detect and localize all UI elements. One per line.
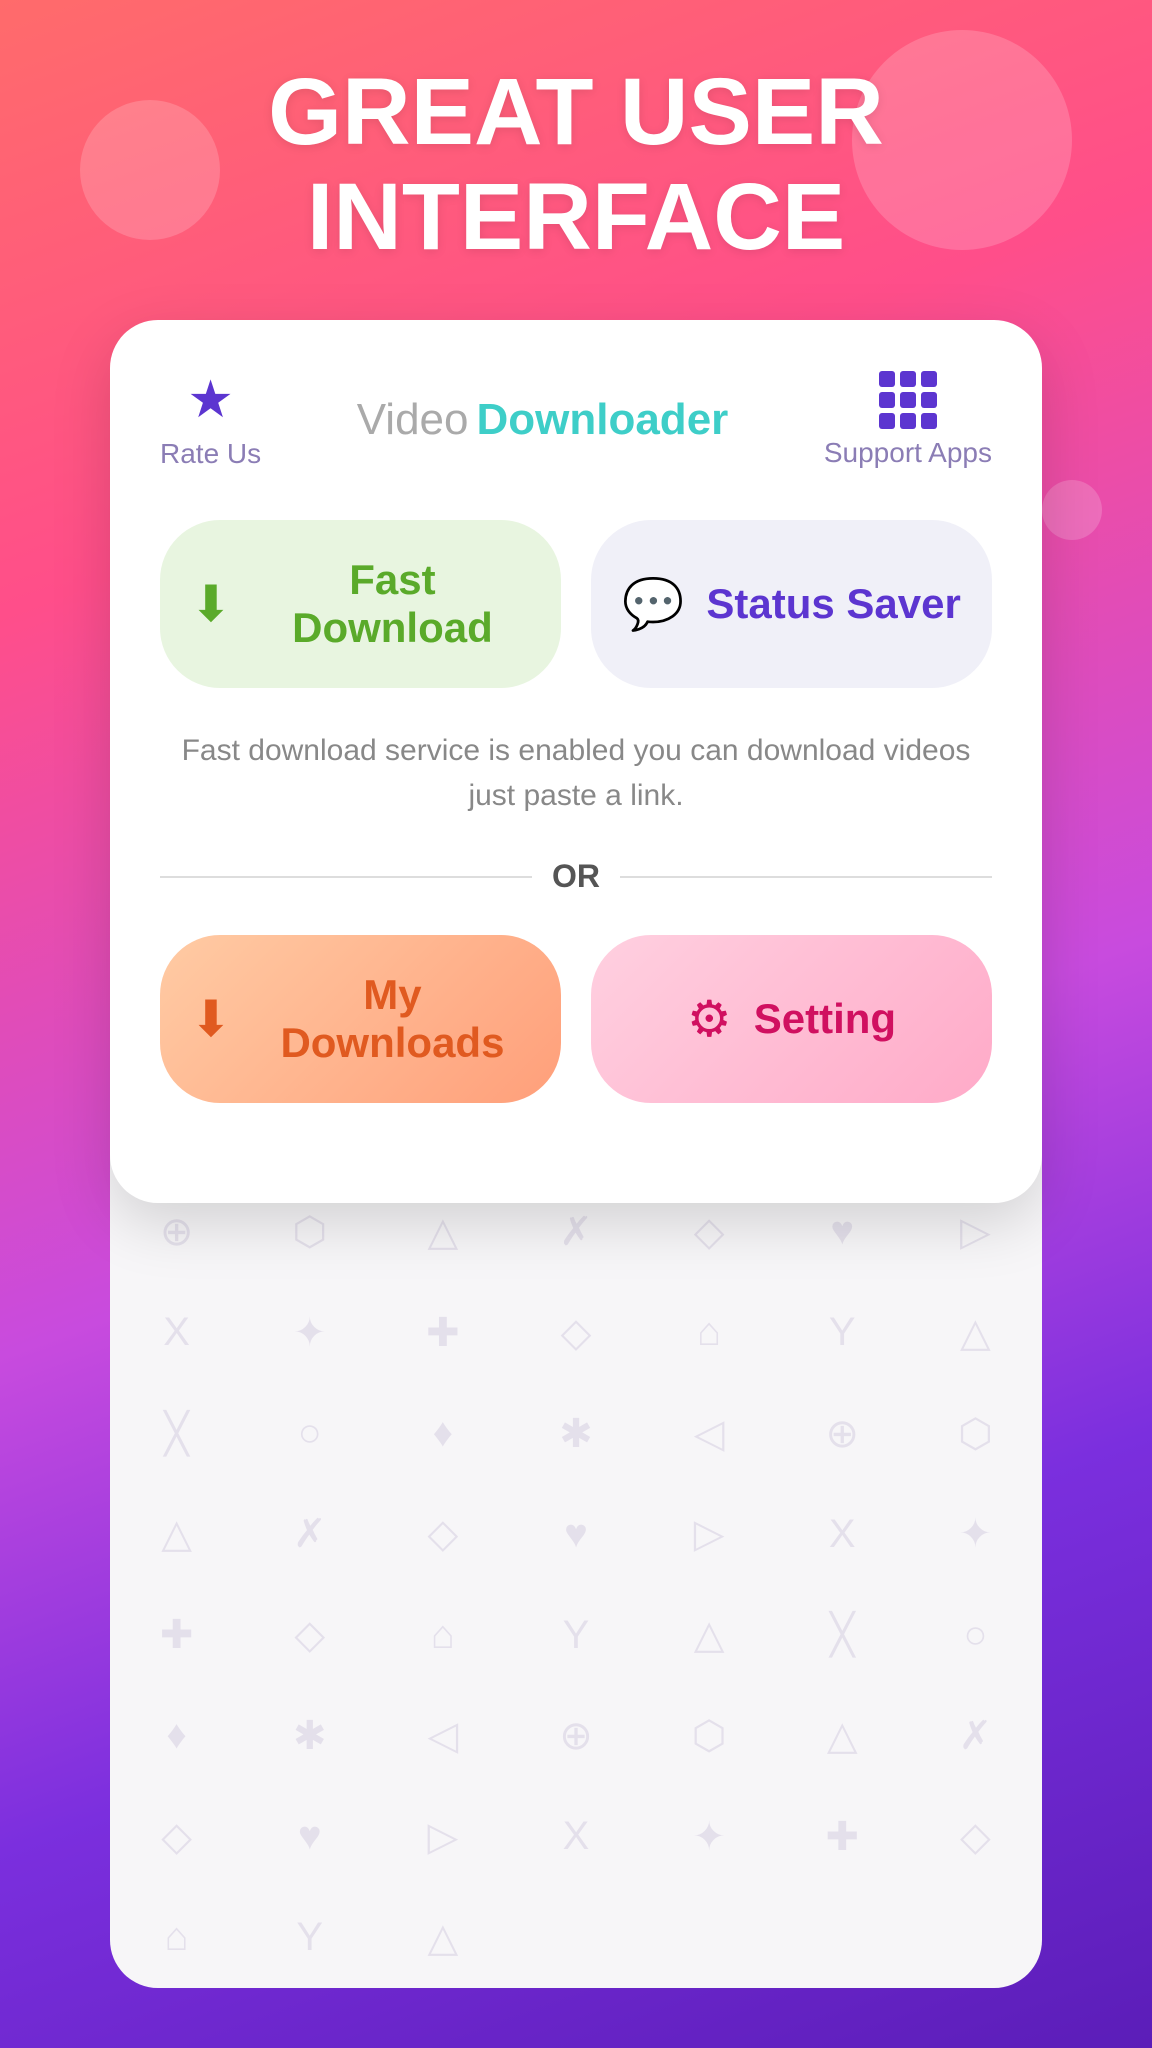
bottom-button-row: ⬇ My Downloads ⚙ Setting — [160, 935, 992, 1103]
download-icon: ⬇ — [190, 575, 232, 633]
pattern-symbol: ⬡ — [643, 1686, 776, 1787]
setting-button[interactable]: ⚙ Setting — [591, 935, 992, 1103]
bubble-decoration — [1042, 480, 1102, 540]
title-video: Video — [357, 395, 469, 445]
pattern-symbol: ╳ — [110, 1383, 243, 1484]
downloads-icon: ⬇ — [190, 990, 232, 1048]
pattern-symbol: △ — [376, 1887, 509, 1988]
pattern-symbol: ◇ — [110, 1786, 243, 1887]
pattern-symbol: X — [776, 1484, 909, 1585]
pattern-symbol: ⌂ — [643, 1282, 776, 1383]
pattern-symbol: △ — [909, 1282, 1042, 1383]
or-divider: OR — [160, 858, 992, 895]
pattern-symbol: ✦ — [643, 1786, 776, 1887]
divider-line-right — [620, 876, 992, 878]
gear-icon: ⚙ — [687, 990, 732, 1048]
pattern-symbol: ✦ — [909, 1484, 1042, 1585]
pattern-symbol: Y — [509, 1585, 642, 1686]
rate-us-label: Rate Us — [160, 438, 261, 470]
pattern-symbol: ◇ — [243, 1585, 376, 1686]
pattern-symbol: ✦ — [243, 1282, 376, 1383]
pattern-symbol: ○ — [909, 1585, 1042, 1686]
pattern-symbol: ⊕ — [509, 1686, 642, 1787]
pattern-symbol: ♦ — [376, 1383, 509, 1484]
pattern-symbol: ▷ — [376, 1786, 509, 1887]
pattern-symbol: ✗ — [243, 1484, 376, 1585]
status-saver-button[interactable]: 💬 Status Saver — [591, 520, 992, 688]
pattern-symbol: ✗ — [909, 1686, 1042, 1787]
pattern-symbol: ╳ — [776, 1585, 909, 1686]
grid-icon — [879, 371, 937, 429]
pattern-symbol: Y — [776, 1282, 909, 1383]
or-text: OR — [552, 858, 600, 895]
pattern-symbol: ⊕ — [776, 1383, 909, 1484]
pattern-symbol: ✚ — [110, 1585, 243, 1686]
pattern-symbol: ✚ — [776, 1786, 909, 1887]
pattern-symbol: ⬡ — [909, 1383, 1042, 1484]
pattern-symbol: ♦ — [110, 1686, 243, 1787]
hero-title: GREAT USER INTERFACE — [0, 60, 1152, 269]
pattern-symbol: ◁ — [376, 1686, 509, 1787]
divider-line-left — [160, 876, 532, 878]
setting-label: Setting — [754, 995, 896, 1043]
pattern-symbol: ◇ — [509, 1282, 642, 1383]
status-saver-label: Status Saver — [706, 580, 960, 628]
pattern-symbol: ✚ — [376, 1282, 509, 1383]
pattern-symbol: ◇ — [909, 1786, 1042, 1887]
pattern-symbol: X — [110, 1282, 243, 1383]
pattern-symbol: △ — [643, 1585, 776, 1686]
my-downloads-button[interactable]: ⬇ My Downloads — [160, 935, 561, 1103]
pattern-symbol: ♥ — [243, 1786, 376, 1887]
pattern-symbol: ⌂ — [110, 1887, 243, 1988]
description-text: Fast download service is enabled you can… — [160, 728, 992, 818]
pattern-symbol: X — [509, 1786, 642, 1887]
pattern-symbol: ✱ — [509, 1383, 642, 1484]
pattern-symbol: ⌂ — [376, 1585, 509, 1686]
my-downloads-label: My Downloads — [254, 971, 531, 1067]
pattern-symbol: ○ — [243, 1383, 376, 1484]
support-apps-section[interactable]: Support Apps — [824, 371, 992, 469]
pattern-symbol: Y — [243, 1887, 376, 1988]
fast-download-button[interactable]: ⬇ Fast Download — [160, 520, 561, 688]
support-apps-label: Support Apps — [824, 437, 992, 469]
title-downloader: Downloader — [476, 395, 728, 445]
app-title: Video Downloader — [357, 395, 729, 445]
pattern-symbol: ♥ — [509, 1484, 642, 1585]
pattern-symbol: △ — [776, 1686, 909, 1787]
fast-download-label: Fast Download — [254, 556, 531, 652]
pattern-symbol: ▷ — [643, 1484, 776, 1585]
star-icon: ★ — [187, 370, 234, 430]
top-button-row: ⬇ Fast Download 💬 Status Saver — [160, 520, 992, 688]
main-card: ★ Rate Us Video Downloader Support Apps … — [110, 320, 1042, 1203]
pattern-symbol: △ — [110, 1484, 243, 1585]
pattern-symbol: ✱ — [243, 1686, 376, 1787]
rate-us-section[interactable]: ★ Rate Us — [160, 370, 261, 470]
card-header: ★ Rate Us Video Downloader Support Apps — [160, 370, 992, 470]
chat-icon: 💬 — [622, 575, 684, 634]
pattern-symbol: ◇ — [376, 1484, 509, 1585]
pattern-symbol: ◁ — [643, 1383, 776, 1484]
